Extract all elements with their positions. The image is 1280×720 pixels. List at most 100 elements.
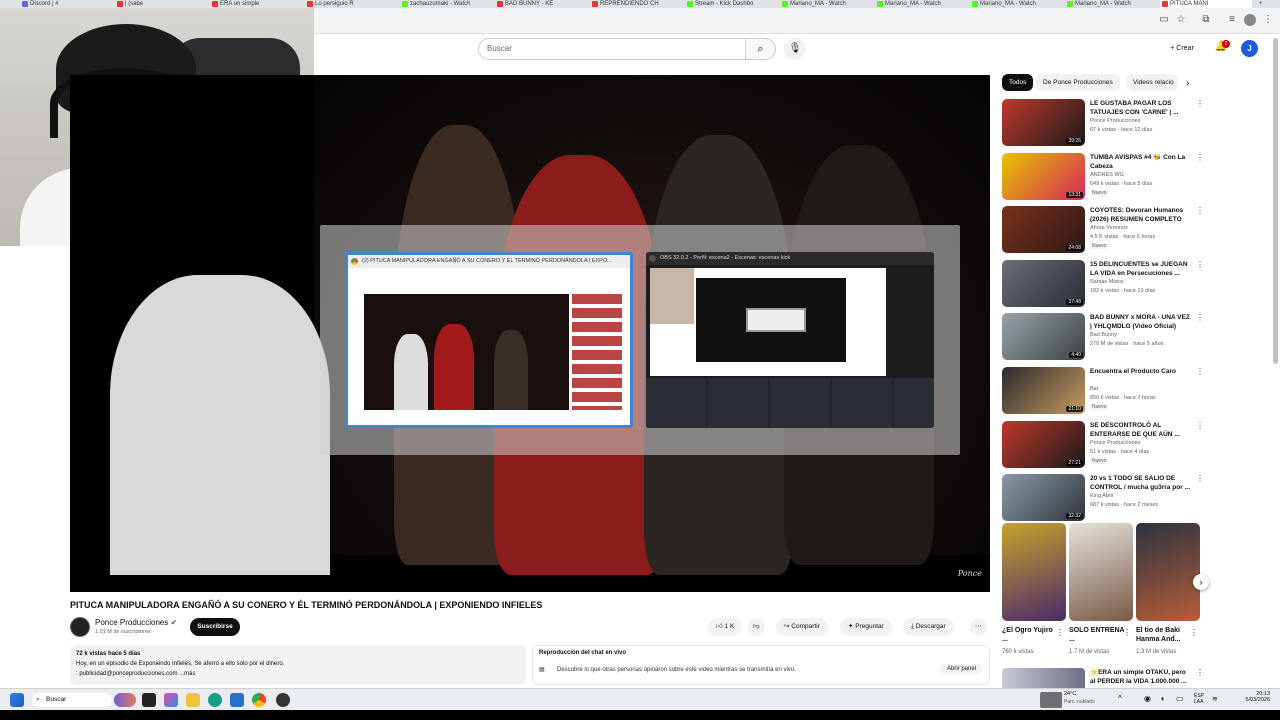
create-button[interactable]: + Crear [1162, 40, 1202, 58]
start-icon[interactable] [10, 693, 24, 707]
user-avatar[interactable]: J [1241, 40, 1258, 57]
browser-tab[interactable]: Mariano_MA - Watch [780, 0, 872, 8]
edge-icon[interactable] [208, 693, 222, 707]
browser-tab[interactable]: Mariano_MA - Watch [970, 0, 1062, 8]
recommendation-title[interactable]: COYOTES: Devoran Humanos (2026) RESUMEN … [1090, 206, 1190, 224]
recommendation-thumbnail[interactable]: 4:40 [1002, 313, 1085, 360]
recommendation-menu-icon[interactable]: ⋮ [1196, 313, 1204, 322]
weather-icon[interactable] [1040, 692, 1062, 708]
recommendation-thumbnail[interactable]: 13:31 [1002, 153, 1085, 200]
recommendation-item[interactable]: 4:40 BAD BUNNY x MORA - UNA VEZ | YHLQMDL… [1002, 313, 1204, 361]
recommendation-thumbnail[interactable]: 39:26 [1002, 99, 1085, 146]
channel-avatar[interactable] [70, 617, 90, 637]
recommendation-channel[interactable]: Bad Bunny [1090, 332, 1117, 338]
recommendation-item[interactable]: 13:31 TUMBA AVISPAS #4 🐝 Con La Cabeza AND… [1002, 153, 1204, 201]
search-input[interactable]: Buscar [478, 38, 746, 60]
browser-tab[interactable]: BAD BUNNY - KE [495, 0, 587, 8]
obs-taskbar-icon[interactable] [276, 693, 290, 707]
tray-chevron-icon[interactable]: ^ [1118, 694, 1122, 703]
recommendation-channel[interactable]: King Abril [1090, 493, 1113, 499]
bookmark-star-icon[interactable]: ☆ [1175, 14, 1187, 26]
recommendation-menu-icon[interactable]: ⋮ [1196, 206, 1204, 215]
recommendation-item[interactable]: 24:08 COYOTES: Devoran Humanos (2026) RES… [1002, 206, 1204, 254]
recommendation-channel[interactable]: Ponce Producciones [1090, 118, 1140, 124]
recommendation-title[interactable]: 20 vs 1 TODO SE SALIO DE CONTROL / mucha… [1090, 474, 1190, 492]
recommendation-title[interactable]: BAD BUNNY x MORA - UNA VEZ | YHLQMDLG (V… [1090, 313, 1190, 331]
shorts-next-chevron-icon[interactable]: › [1193, 574, 1209, 590]
voice-search-button[interactable]: 🎙 [784, 38, 806, 60]
browser-tab[interactable]: Mariano_MA - Watch [1065, 0, 1157, 8]
menu-icon[interactable]: ⋮ [1262, 14, 1274, 26]
bottom-rec-thumbnail[interactable] [1002, 668, 1085, 688]
recommendation-thumbnail[interactable]: 27:21 [1002, 421, 1085, 468]
browser-tab[interactable]: ERA un simple [210, 0, 302, 8]
recommendation-channel[interactable]: Santas Motos [1090, 279, 1124, 285]
task-view-icon[interactable] [142, 693, 156, 707]
file-explorer-icon[interactable] [186, 693, 200, 707]
browser-tab[interactable]: zachauzumaki - Watch [400, 0, 492, 8]
chrome-taskbar-icon[interactable] [252, 693, 266, 707]
share-button[interactable]: ↪ Compartir [776, 618, 828, 636]
recommendation-title[interactable]: TUMBA AVISPAS #4 🐝 Con La Cabeza [1090, 153, 1190, 171]
recommendation-channel[interactable]: ANDRÉS WG [1090, 172, 1124, 178]
taskbar-search[interactable]: ⌕ Buscar [32, 693, 112, 707]
short-menu-icon[interactable]: ⋮ [1123, 628, 1131, 637]
browser-tab[interactable]: Stream - Kick Dashbo [685, 0, 777, 8]
volume-icon[interactable]: ◖ [1160, 694, 1165, 703]
chip-all[interactable]: Todos [1002, 74, 1034, 91]
wifi-icon[interactable]: ≋ [1212, 695, 1218, 703]
recommendation-channel[interactable]: Bai [1090, 386, 1098, 392]
short-thumbnail[interactable] [1136, 523, 1200, 621]
recommendation-menu-icon[interactable]: ⋮ [1196, 153, 1204, 162]
recommendation-menu-icon[interactable]: ⋮ [1196, 260, 1204, 269]
recommendation-menu-icon[interactable]: ⋮ [1196, 421, 1204, 430]
recommendation-title[interactable]: SE DESCONTROLÓ AL ENTERARSE DE QUE AÚN .… [1090, 421, 1190, 439]
chip-related[interactable]: Videos relacio [1126, 74, 1178, 91]
like-button[interactable]: 👍︎ 1 K [708, 618, 743, 636]
open-panel-button[interactable]: Abrir panel [939, 664, 983, 674]
recommendation-item[interactable]: 37:48 15 DELINCUENTES se JUEGAN LA VIDA e… [1002, 260, 1204, 308]
widgets-icon[interactable] [114, 693, 136, 707]
subscribe-button[interactable]: Suscribirse [190, 618, 240, 636]
download-button[interactable]: ⤓ Descargar [903, 618, 954, 636]
task-window-browser[interactable]: (2) PITUCA MANIPULADORA ENGAÑÓ A SU CONE… [345, 252, 633, 428]
recommendation-channel[interactable]: Ahora Veremos [1090, 225, 1128, 231]
downloads-icon[interactable]: ≡ [1226, 14, 1238, 26]
short-thumbnail[interactable] [1069, 523, 1133, 621]
recommendation-thumbnail[interactable]: 32:32 [1002, 474, 1085, 521]
chip-from-channel[interactable]: De Ponce Producciones [1036, 74, 1120, 91]
browser-tab[interactable]: | (sabe [115, 0, 207, 8]
search-button[interactable]: ⌕ [746, 38, 776, 60]
short-menu-icon[interactable]: ⋮ [1190, 628, 1198, 637]
bottom-rec-title[interactable]: ⭐ERA un simple OTAKU, pero al PERDER la … [1090, 668, 1190, 686]
description-box[interactable]: 72 k vistas hace 5 días Hoy, en un episo… [70, 645, 526, 685]
recommendation-thumbnail[interactable]: 37:48 [1002, 260, 1085, 307]
dislike-button[interactable]: 👎︎ [748, 618, 765, 636]
profile-icon[interactable] [1244, 14, 1256, 26]
recommendation-menu-icon[interactable]: ⋮ [1196, 99, 1204, 108]
more-actions-button[interactable]: ⋯ [970, 618, 987, 636]
recommendation-thumbnail[interactable]: 24:08 [1002, 206, 1085, 253]
short-thumbnail[interactable] [1002, 523, 1066, 621]
extensions-icon[interactable]: ⧉ [1200, 14, 1212, 26]
copilot-icon[interactable] [164, 693, 178, 707]
task-window-obs[interactable]: OBS 32.0.2 - Perfil: escena2 - Escenas: … [646, 252, 934, 428]
short-title[interactable]: ¿El Ogro Yujiro ... [1002, 626, 1060, 644]
recommendation-menu-icon[interactable]: ⋮ [1196, 367, 1204, 376]
browser-tab[interactable]: Discord | # [20, 0, 112, 8]
recommendation-item[interactable]: 21:10 Encuentra el Producto Caro Bai 850 k … [1002, 367, 1204, 415]
short-title[interactable]: SOLO ENTRENA ... [1069, 626, 1127, 644]
store-icon[interactable] [230, 693, 244, 707]
recommendation-title[interactable]: 15 DELINCUENTES se JUEGAN LA VIDA en Per… [1090, 260, 1190, 278]
recommendation-channel[interactable]: Ponce Producciones [1090, 440, 1140, 446]
network-icon[interactable]: ◉ [1144, 694, 1151, 703]
browser-tab[interactable]: PITUCA MANI [1160, 0, 1252, 8]
short-title[interactable]: El tio de Baki Hanma And... [1136, 626, 1194, 644]
chips-next-chevron-icon[interactable]: › [1186, 78, 1189, 89]
browser-tab[interactable]: Lo persiguio R [305, 0, 397, 8]
recommendation-item[interactable]: 32:32 20 vs 1 TODO SE SALIO DE CONTROL / … [1002, 474, 1204, 522]
browser-tab[interactable]: REPRENDIENDO CH [590, 0, 682, 8]
cast-icon[interactable]: ▭ [1158, 14, 1170, 26]
recommendation-item[interactable]: 27:21 SE DESCONTROLÓ AL ENTERARSE DE QUE … [1002, 421, 1204, 469]
bottom-rec-menu-icon[interactable]: ⋮ [1196, 668, 1204, 677]
